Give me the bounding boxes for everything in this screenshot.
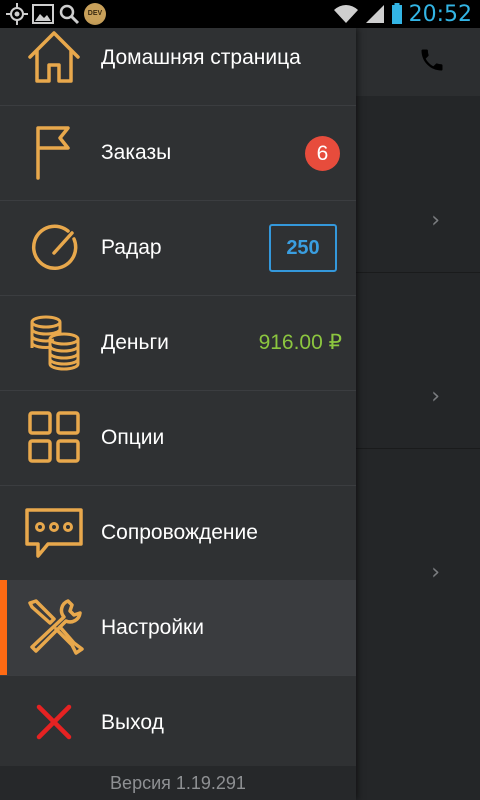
radar-radius-value[interactable]: 250 bbox=[269, 224, 337, 272]
signal-icon bbox=[365, 5, 384, 23]
menu-item-label: Опции bbox=[101, 426, 165, 449]
radar-icon bbox=[32, 224, 78, 270]
coins-icon bbox=[30, 315, 80, 371]
background-row[interactable]: › bbox=[356, 272, 480, 449]
background-header bbox=[356, 28, 480, 96]
menu-item-label: Радар bbox=[101, 236, 162, 259]
background-row[interactable]: › bbox=[356, 96, 480, 273]
menu-item-label: Заказы bbox=[101, 141, 172, 164]
chevron-right-icon: › bbox=[431, 560, 440, 585]
app-version: Версия 1.19.291 bbox=[0, 766, 356, 800]
menu-item-money[interactable]: Деньги 916.00 ₽ bbox=[0, 295, 356, 391]
orders-count-badge: 6 bbox=[305, 136, 340, 171]
menu-item-label: Выход bbox=[101, 711, 164, 734]
menu-item-home[interactable]: Домашняя страница bbox=[0, 10, 356, 106]
close-icon bbox=[36, 704, 72, 740]
navigation-drawer: Домашняя страница Заказы 6 Радар 250 Ден… bbox=[0, 28, 356, 800]
chevron-right-icon: › bbox=[431, 384, 440, 409]
menu-item-options[interactable]: Опции bbox=[0, 390, 356, 486]
battery-icon bbox=[391, 3, 402, 24]
menu-item-support[interactable]: Сопровождение bbox=[0, 485, 356, 581]
menu-item-label: Домашняя страница bbox=[101, 46, 301, 69]
status-clock: 20:52 bbox=[408, 1, 472, 27]
chat-icon bbox=[25, 508, 83, 558]
menu-item-label: Настройки bbox=[101, 616, 204, 639]
home-icon bbox=[28, 31, 80, 83]
chevron-right-icon: › bbox=[431, 208, 440, 233]
menu-item-label: Деньги bbox=[101, 331, 169, 354]
phone-icon[interactable] bbox=[418, 46, 446, 74]
background-row[interactable]: › bbox=[356, 448, 480, 624]
menu-item-orders[interactable]: Заказы 6 bbox=[0, 105, 356, 201]
background-screen: › › › bbox=[356, 28, 480, 800]
tools-icon bbox=[28, 599, 84, 655]
menu-item-settings[interactable]: Настройки bbox=[0, 580, 356, 676]
flag-icon bbox=[36, 126, 70, 180]
menu-item-label: Сопровождение bbox=[101, 521, 258, 544]
grid-icon bbox=[28, 411, 80, 463]
menu-item-radar[interactable]: Радар 250 bbox=[0, 200, 356, 296]
balance-value: 916.00 ₽ bbox=[258, 331, 342, 354]
menu-item-exit[interactable]: Выход bbox=[0, 675, 356, 770]
